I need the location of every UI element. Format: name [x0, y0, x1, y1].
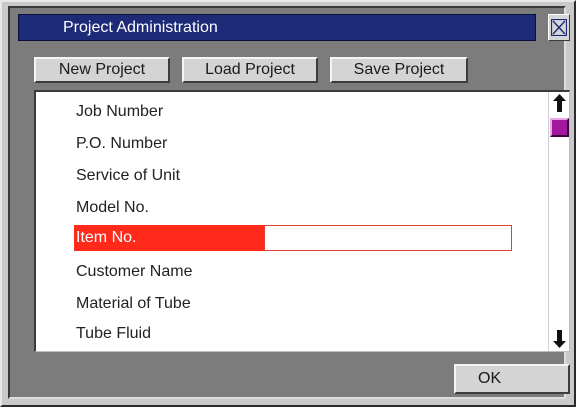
- scroll-down-button[interactable]: [549, 328, 569, 350]
- window-title: Project Administration: [63, 19, 218, 36]
- field-label: Job Number: [76, 103, 164, 120]
- list-item-model-no[interactable]: Model No.: [76, 194, 149, 222]
- title-bar: Project Administration: [18, 14, 536, 41]
- arrow-up-icon: [553, 94, 566, 112]
- scroll-up-button[interactable]: [549, 92, 569, 114]
- list-item-item-no-selected[interactable]: Item No.: [74, 225, 264, 251]
- arrow-down-icon: [553, 330, 566, 348]
- new-project-button[interactable]: New Project: [34, 57, 170, 83]
- load-project-button[interactable]: Load Project: [182, 57, 318, 83]
- field-label: Service of Unit: [76, 167, 181, 184]
- field-label: Customer Name: [76, 263, 193, 280]
- close-icon: [551, 19, 567, 36]
- scroll-thumb[interactable]: [550, 118, 569, 137]
- list-item-customer-name[interactable]: Customer Name: [76, 258, 192, 286]
- list-item-tube-fluid[interactable]: Tube Fluid: [76, 320, 151, 348]
- item-no-input[interactable]: [264, 225, 512, 251]
- field-label: P.O. Number: [76, 135, 168, 152]
- project-fields-list: Job Number P.O. Number Service of Unit M…: [34, 90, 570, 352]
- vertical-scrollbar[interactable]: [548, 92, 569, 351]
- field-label: Item No.: [76, 229, 137, 246]
- field-label: Tube Fluid: [76, 325, 151, 342]
- list-item-po-number[interactable]: P.O. Number: [76, 130, 167, 158]
- ok-button[interactable]: OK: [454, 364, 570, 394]
- list-item-service-of-unit[interactable]: Service of Unit: [76, 162, 180, 190]
- list-item-job-number[interactable]: Job Number: [76, 98, 163, 126]
- close-button[interactable]: [548, 14, 570, 41]
- save-project-button[interactable]: Save Project: [330, 57, 468, 83]
- list-item-material-of-tube[interactable]: Material of Tube: [76, 290, 191, 318]
- field-label: Model No.: [76, 199, 149, 216]
- field-label: Material of Tube: [76, 295, 191, 312]
